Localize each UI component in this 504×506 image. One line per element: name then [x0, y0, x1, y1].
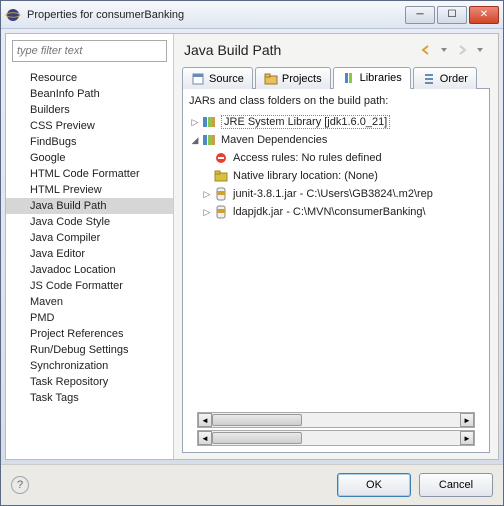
- tab-bar: Source Projects Libraries Order: [182, 66, 490, 89]
- tab-projects[interactable]: Projects: [255, 67, 331, 89]
- tab-label: Source: [209, 73, 244, 85]
- category-item[interactable]: Java Code Style: [6, 214, 173, 230]
- category-item[interactable]: Task Tags: [6, 390, 173, 406]
- tree-label: ldapjdk.jar - C:\MVN\consumerBanking\: [233, 206, 426, 218]
- forward-icon: [454, 42, 470, 58]
- dialog-body: ResourceBeanInfo PathBuildersCSS Preview…: [5, 33, 499, 460]
- lib-icon: [201, 114, 217, 130]
- tree-label: Maven Dependencies: [221, 134, 327, 146]
- category-item[interactable]: BeanInfo Path: [6, 86, 173, 102]
- tree-row[interactable]: ▷ JRE System Library [jdk1.6.0_21]: [189, 113, 483, 131]
- tree-row[interactable]: ▷ ldapjdk.jar - C:\MVN\consumerBanking\: [189, 203, 483, 221]
- ok-button[interactable]: OK: [337, 473, 411, 497]
- hscroll-inner[interactable]: ◄ ►: [197, 412, 475, 428]
- category-item[interactable]: Java Build Path: [6, 198, 173, 214]
- window-buttons: ─ ☐ ✕: [405, 6, 499, 24]
- tab-icon: [342, 71, 356, 85]
- tree-label: JRE System Library [jdk1.6.0_21]: [221, 115, 390, 129]
- category-item[interactable]: Java Compiler: [6, 230, 173, 246]
- scroll-right-icon[interactable]: ►: [460, 413, 474, 427]
- category-item[interactable]: Synchronization: [6, 358, 173, 374]
- tree-label: Native library location: (None): [233, 170, 378, 182]
- tab-libraries[interactable]: Libraries: [333, 67, 411, 89]
- category-item[interactable]: Project References: [6, 326, 173, 342]
- category-item[interactable]: Java Editor: [6, 246, 173, 262]
- scroll-left-icon[interactable]: ◄: [198, 413, 212, 427]
- nav-arrows: [418, 42, 488, 58]
- tab-icon: [191, 72, 205, 86]
- category-item[interactable]: JS Code Formatter: [6, 278, 173, 294]
- minimize-button[interactable]: ─: [405, 6, 435, 24]
- tab-source[interactable]: Source: [182, 67, 253, 89]
- back-menu-icon[interactable]: [436, 42, 452, 58]
- category-tree[interactable]: ResourceBeanInfo PathBuildersCSS Preview…: [6, 68, 173, 459]
- tab-icon: [264, 72, 278, 86]
- tab-label: Libraries: [360, 72, 402, 84]
- jar-icon: [213, 186, 229, 202]
- tab-label: Order: [440, 73, 468, 85]
- maximize-button[interactable]: ☐: [437, 6, 467, 24]
- scroll-thumb[interactable]: [212, 414, 302, 426]
- help-icon[interactable]: ?: [11, 476, 29, 494]
- tree-label: Access rules: No rules defined: [233, 152, 382, 164]
- tab-order[interactable]: Order: [413, 67, 477, 89]
- category-item[interactable]: Google: [6, 150, 173, 166]
- forward-menu-icon[interactable]: [472, 42, 488, 58]
- category-item[interactable]: FindBugs: [6, 134, 173, 150]
- filter-container: [12, 40, 167, 62]
- back-icon[interactable]: [418, 42, 434, 58]
- tree-row[interactable]: ▷ junit-3.8.1.jar - C:\Users\GB3824\.m2\r…: [189, 185, 483, 203]
- category-item[interactable]: HTML Code Formatter: [6, 166, 173, 182]
- scroll-left-icon[interactable]: ◄: [198, 431, 212, 445]
- dialog-footer: ? OK Cancel: [1, 464, 503, 505]
- scroll-thumb[interactable]: [212, 432, 302, 444]
- window-title: Properties for consumerBanking: [27, 9, 405, 21]
- titlebar: Properties for consumerBanking ─ ☐ ✕: [1, 1, 503, 29]
- category-item[interactable]: Task Repository: [6, 374, 173, 390]
- jar-icon: [213, 204, 229, 220]
- tree-label: junit-3.8.1.jar - C:\Users\GB3824\.m2\re…: [233, 188, 433, 200]
- expander-icon[interactable]: ▷: [201, 189, 213, 200]
- libraries-panel: JARs and class folders on the build path…: [182, 89, 490, 453]
- category-item[interactable]: Builders: [6, 102, 173, 118]
- page-title: Java Build Path: [184, 42, 418, 58]
- expander-icon[interactable]: ▷: [189, 117, 201, 128]
- filter-input[interactable]: [12, 40, 167, 62]
- hscroll-outer[interactable]: ◄ ►: [197, 430, 475, 446]
- tree-row[interactable]: Access rules: No rules defined: [189, 149, 483, 167]
- close-button[interactable]: ✕: [469, 6, 499, 24]
- category-item[interactable]: Resource: [6, 70, 173, 86]
- tab-icon: [422, 72, 436, 86]
- category-item[interactable]: HTML Preview: [6, 182, 173, 198]
- expander-icon[interactable]: ◢: [189, 135, 201, 146]
- category-pane: ResourceBeanInfo PathBuildersCSS Preview…: [6, 34, 174, 459]
- libraries-tree[interactable]: ▷ JRE System Library [jdk1.6.0_21] ◢ Maven …: [189, 113, 483, 410]
- scroll-area: ◄ ► ◄ ►: [189, 410, 483, 446]
- scroll-right-icon[interactable]: ►: [460, 431, 474, 445]
- tab-label: Projects: [282, 73, 322, 85]
- libraries-description: JARs and class folders on the build path…: [189, 95, 483, 107]
- properties-dialog: Properties for consumerBanking ─ ☐ ✕ Res…: [0, 0, 504, 506]
- detail-pane: Java Build Path Source Projects Libraries O…: [174, 34, 498, 459]
- detail-header: Java Build Path: [174, 34, 498, 62]
- rules-icon: [213, 150, 229, 166]
- category-item[interactable]: PMD: [6, 310, 173, 326]
- category-item[interactable]: Maven: [6, 294, 173, 310]
- cancel-button[interactable]: Cancel: [419, 473, 493, 497]
- category-item[interactable]: CSS Preview: [6, 118, 173, 134]
- tree-row[interactable]: Native library location: (None): [189, 167, 483, 185]
- lib-icon: [201, 132, 217, 148]
- expander-icon[interactable]: ▷: [201, 207, 213, 218]
- eclipse-icon: [5, 7, 21, 23]
- category-item[interactable]: Javadoc Location: [6, 262, 173, 278]
- tree-row[interactable]: ◢ Maven Dependencies: [189, 131, 483, 149]
- category-item[interactable]: Run/Debug Settings: [6, 342, 173, 358]
- native-icon: [213, 168, 229, 184]
